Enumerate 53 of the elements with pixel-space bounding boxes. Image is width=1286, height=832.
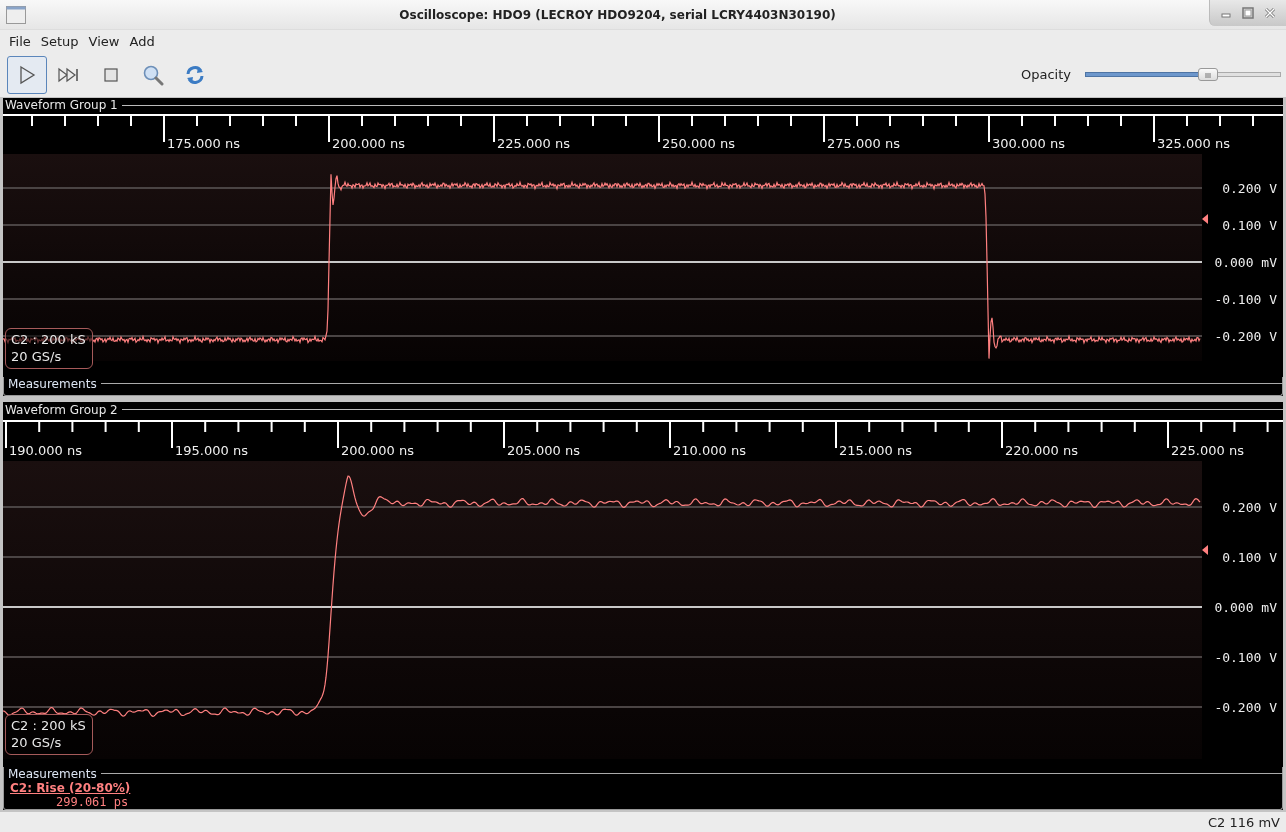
time-label: 205.000 ns bbox=[507, 442, 580, 458]
measurements-title: Measurements bbox=[8, 376, 97, 391]
time-label: 175.000 ns bbox=[167, 136, 240, 151]
voltage-label: -0.200 V bbox=[1214, 328, 1277, 344]
group-title: Waveform Group 2 bbox=[5, 402, 118, 417]
time-label: 220.000 ns bbox=[1005, 442, 1078, 458]
sample-rate: 20 GS/s bbox=[11, 347, 63, 365]
time-label: 250.000 ns bbox=[662, 136, 735, 151]
time-label: 325.000 ns bbox=[1157, 136, 1230, 151]
play-button[interactable] bbox=[7, 55, 47, 94]
menu-item[interactable]: File bbox=[4, 33, 36, 49]
sample-count: C2 : 200 kS bbox=[11, 330, 86, 348]
opacity-label: Opacity bbox=[1021, 67, 1071, 82]
time-label: 195.000 ns bbox=[175, 442, 248, 458]
voltage-label: -0.100 V bbox=[1214, 291, 1277, 307]
window-title: Oscilloscope: HDO9 (LECROY HDO9204, serial LCRY4403N30190) bbox=[398, 7, 837, 22]
status-text: C2 116 mV bbox=[1208, 814, 1280, 830]
close-button[interactable] bbox=[1262, 5, 1278, 21]
channel-info-box[interactable]: C2 : 200 kS 20 GS/s bbox=[5, 713, 93, 755]
close-icon bbox=[1264, 7, 1276, 19]
channel-info-box[interactable]: C2 : 200 kS 20 GS/s bbox=[5, 327, 93, 369]
measurements-title: Measurements bbox=[8, 766, 97, 781]
voltage-label: 0.200 V bbox=[1222, 499, 1277, 515]
menu-item[interactable]: View bbox=[83, 33, 125, 49]
sample-rate: 20 GS/s bbox=[11, 733, 63, 751]
sample-count: C2 : 200 kS bbox=[11, 716, 86, 734]
voltage-label: 0.000 mV bbox=[1214, 599, 1277, 615]
time-label: 210.000 ns bbox=[673, 442, 746, 458]
time-label: 200.000 ns bbox=[332, 136, 405, 151]
time-label: 215.000 ns bbox=[839, 442, 912, 458]
slider-thumb[interactable] bbox=[1198, 67, 1219, 81]
menu-item[interactable]: Add bbox=[124, 33, 160, 49]
menu-item[interactable]: Setup bbox=[35, 33, 84, 49]
time-label: 300.000 ns bbox=[992, 136, 1065, 151]
maximize-button[interactable] bbox=[1240, 5, 1256, 21]
search-icon bbox=[142, 63, 164, 86]
group-title: Waveform Group 1 bbox=[5, 98, 118, 112]
measurement-value: 299.061 ps bbox=[55, 794, 129, 809]
voltage-label: -0.100 V bbox=[1214, 649, 1277, 665]
measurement-name[interactable]: C2: Rise (20-80%) bbox=[4, 780, 131, 795]
window-icon bbox=[6, 5, 26, 24]
voltage-label: 0.000 mV bbox=[1214, 254, 1277, 270]
time-label: 200.000 ns bbox=[341, 442, 414, 458]
time-label: 225.000 ns bbox=[1171, 442, 1244, 458]
time-label: 190.000 ns bbox=[9, 442, 82, 458]
voltage-label: 0.100 V bbox=[1222, 549, 1277, 565]
voltage-label: -0.200 V bbox=[1214, 699, 1277, 715]
voltage-label: 0.200 V bbox=[1222, 180, 1277, 196]
maximize-icon bbox=[1242, 7, 1254, 19]
time-label: 225.000 ns bbox=[497, 136, 570, 151]
voltage-label: 0.100 V bbox=[1222, 217, 1277, 233]
refresh-icon bbox=[184, 63, 206, 86]
time-label: 275.000 ns bbox=[827, 136, 900, 151]
